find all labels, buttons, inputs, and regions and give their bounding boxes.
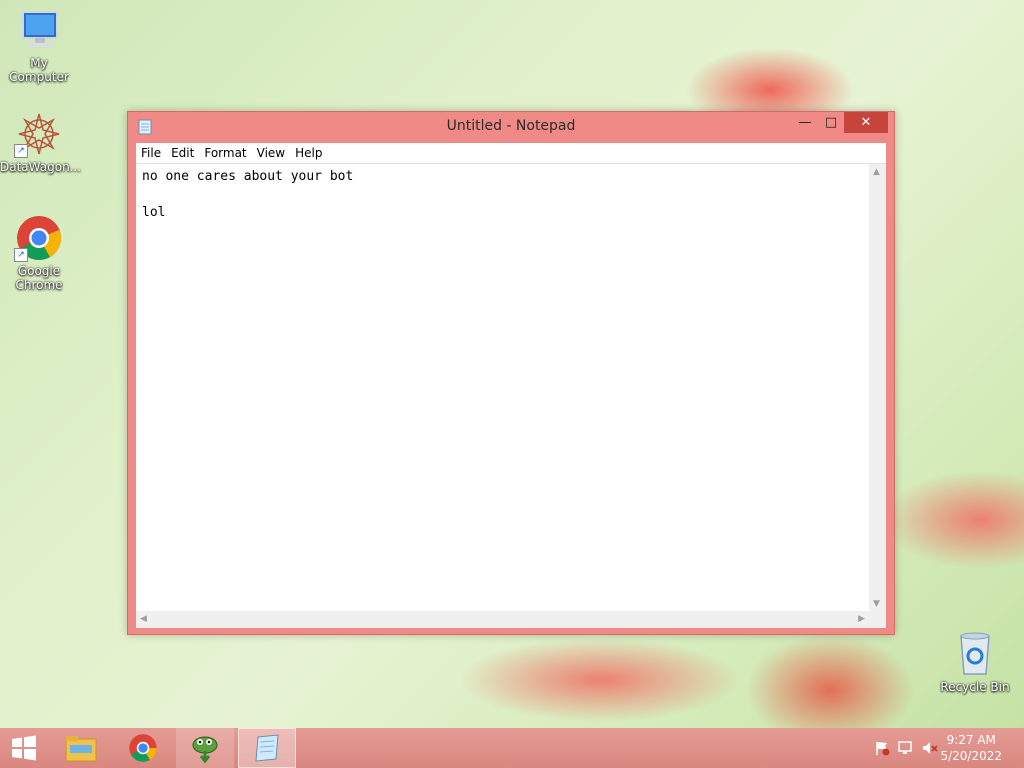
editor-text[interactable]: no one cares about your bot lol	[142, 168, 868, 610]
desktop-icon-datawagon[interactable]: ↗ DataWagon...	[0, 110, 82, 174]
scroll-left-arrow-icon[interactable]: ◀	[140, 614, 147, 624]
vertical-scrollbar[interactable]: ▲ ▼	[869, 164, 886, 611]
computer-icon	[22, 11, 58, 47]
network-icon[interactable]	[898, 740, 914, 756]
scrollbar-corner	[869, 611, 886, 628]
desktop-icon-label: Recycle Bin	[940, 680, 1010, 694]
shortcut-arrow-icon: ↗	[14, 144, 28, 158]
folder-icon	[65, 736, 97, 762]
desktop-icon-recycle-bin[interactable]: Recycle Bin	[936, 630, 1014, 694]
window-title: Untitled - Notepad	[446, 118, 576, 134]
close-button[interactable]: ✕	[844, 112, 888, 133]
menu-edit[interactable]: Edit	[166, 143, 199, 163]
start-button[interactable]	[0, 728, 48, 768]
horizontal-scrollbar[interactable]: ◀ ▶	[136, 611, 869, 628]
menu-format[interactable]: Format	[199, 143, 251, 163]
notepad-window[interactable]: Untitled - Notepad — □ ✕ File Edit Format V…	[127, 111, 895, 635]
gecko-app-icon	[192, 736, 218, 763]
scroll-right-arrow-icon[interactable]: ▶	[858, 614, 865, 624]
menu-file[interactable]: File	[136, 143, 166, 163]
minimize-button[interactable]: —	[792, 112, 818, 133]
desktop-icon-label: Google Chrome	[15, 264, 63, 292]
desktop-icon-my-computer[interactable]: My Computer	[0, 8, 78, 84]
recycle-bin-icon	[960, 632, 990, 675]
clock-date: 5/20/2022	[940, 749, 1002, 763]
chrome-icon	[129, 734, 157, 762]
taskbar-notepad[interactable]	[238, 728, 296, 768]
system-clock[interactable]: 9:27 AM 5/20/2022	[940, 732, 1002, 764]
menu-view[interactable]: View	[252, 143, 290, 163]
clock-time: 9:27 AM	[946, 733, 996, 747]
text-editor[interactable]: no one cares about your bot lol ▲ ▼ ◀ ▶	[136, 164, 886, 628]
desktop-icon-label: DataWagon...	[0, 160, 82, 174]
title-bar[interactable]: Untitled - Notepad — □ ✕	[128, 112, 894, 142]
maximize-button[interactable]: □	[818, 112, 844, 133]
taskbar-pinned-app[interactable]	[176, 728, 234, 768]
action-center-flag-icon[interactable]	[874, 740, 890, 756]
desktop-icon-label: My Computer	[9, 56, 69, 84]
shortcut-arrow-icon: ↗	[14, 248, 28, 262]
menu-help[interactable]: Help	[290, 143, 327, 163]
notepad-app-icon	[255, 734, 279, 762]
scroll-down-arrow-icon[interactable]: ▼	[873, 599, 880, 609]
windows-logo-icon	[12, 735, 36, 761]
volume-muted-icon[interactable]	[922, 740, 938, 756]
desktop-icon-google-chrome[interactable]: ↗ Google Chrome	[0, 214, 78, 292]
scroll-up-arrow-icon[interactable]: ▲	[873, 167, 880, 177]
taskbar: 9:27 AM 5/20/2022	[0, 728, 1024, 768]
menu-bar: File Edit Format View Help	[136, 143, 886, 164]
taskbar-file-explorer[interactable]	[52, 728, 110, 768]
taskbar-google-chrome[interactable]	[114, 728, 172, 768]
